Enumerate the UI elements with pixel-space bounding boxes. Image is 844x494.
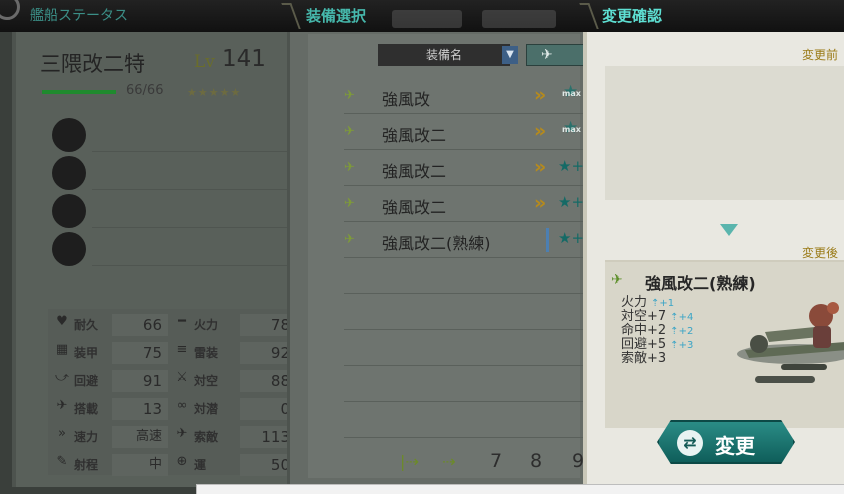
- seaplane-fighter-icon: ✈: [611, 272, 623, 288]
- proficiency-max-icon: »: [534, 84, 546, 106]
- equipment-row-empty: [344, 330, 598, 366]
- first-page-icon[interactable]: |⇢: [400, 452, 419, 471]
- antiair-icon: ⚔: [176, 370, 188, 385]
- range-icon: ✎: [56, 454, 68, 469]
- stat-hp: ♥ 耐久 66: [52, 311, 172, 337]
- improvement-max-icon: ★ max: [562, 118, 581, 138]
- sort-dropdown-icon[interactable]: ▼: [502, 46, 518, 64]
- stat-aircraft: ✈ 搭載 13: [52, 395, 172, 421]
- stat-firepower: ━ 火力 78: [172, 311, 302, 337]
- proficiency-max-icon: »: [534, 120, 546, 142]
- ship-name: 三隈改二特: [40, 52, 145, 76]
- equipment-slot[interactable]: [52, 118, 302, 152]
- equipment-row[interactable]: ✈ 強風改二 » ★+5: [344, 186, 598, 222]
- after-label: 変更後: [801, 246, 838, 260]
- stat-asw: ∞ 対潜 0: [172, 395, 302, 421]
- stats-table: ♥ 耐久 66 ▦ 装甲 75 ⤻ 回避 91 ✈ 搭載 13 » 速力 高速 …: [48, 309, 306, 477]
- aircraft-icon: ✈: [56, 398, 68, 413]
- seaplane-fighter-icon: ✈: [344, 160, 355, 175]
- equipment-row[interactable]: ✈ 強風改二(熟練) ★+1: [344, 222, 598, 258]
- heart-icon: ♥: [56, 314, 68, 329]
- improvement-max-icon: ★ max: [562, 82, 581, 102]
- swap-icon: ⇄: [677, 430, 703, 456]
- equipment-name-header[interactable]: 装備名: [378, 44, 510, 66]
- down-arrow-icon: [720, 224, 738, 236]
- before-equipment-box: [605, 66, 844, 200]
- stat-torpedo: ≡ 雷装 92: [172, 339, 302, 365]
- stat-evasion: ⤻ 回避 91: [52, 367, 172, 393]
- bonus-los: 索敵+3: [621, 351, 667, 366]
- stat-armor: ▦ 装甲 75: [52, 339, 172, 365]
- before-label: 変更前: [801, 48, 838, 62]
- equipment-row[interactable]: ✈ 強風改二 » ★+5: [344, 150, 598, 186]
- pagination: |⇢ ⇢ 7 8 9: [400, 448, 600, 476]
- equipment-slot[interactable]: [52, 194, 302, 228]
- equipment-select-panel: 装備名 ▼ ✈ ✈ 強風改 » ★ max ✈ 強風改二 » ★ max ✈ 強風改…: [287, 32, 598, 487]
- luck-icon: ⊕: [176, 454, 188, 469]
- bottom-panel-edge: [196, 484, 844, 494]
- stat-antiair: ⚔ 対空 88: [172, 367, 302, 393]
- ship-status-panel: 三隈改二特 Lv 141 66/66 ★★★★★ ♥ 耐久 66 ▦ 装甲 75…: [12, 32, 306, 487]
- tab-ship-status[interactable]: 艦船ステータス: [0, 0, 290, 32]
- armor-icon: ▦: [55, 342, 69, 357]
- change-button[interactable]: ⇄ 変更: [657, 420, 795, 464]
- level-value: 141: [222, 46, 266, 72]
- stat-speed: » 速力 高速: [52, 423, 172, 449]
- after-equipment-name: 強風改二(熟練): [645, 274, 756, 293]
- type-filter-button[interactable]: ✈: [526, 44, 584, 66]
- equipment-list: 装備名 ▼ ✈ ✈ 強風改 » ★ max ✈ 強風改二 » ★ max ✈ 強風改…: [308, 34, 598, 478]
- equipment-row[interactable]: ✈ 強風改二 » ★ max: [344, 114, 598, 150]
- change-confirm-panel: 変更前 変更後 ✈ 強風改二(熟練) 火力 ⇡+1 対空+7 ⇡+4 命中+2 ⇡+2…: [583, 32, 844, 487]
- equipment-slot[interactable]: [52, 232, 302, 266]
- equipment-row-empty: [344, 402, 598, 438]
- seaplane-icon: ✈: [541, 47, 553, 63]
- empty-slot-icon: [52, 194, 86, 228]
- empty-slot-icon: [52, 232, 86, 266]
- evasion-icon: ⤻: [55, 370, 69, 385]
- stat-range: ✎ 射程 中: [52, 451, 172, 477]
- empty-slot-icon: [52, 118, 86, 152]
- rarity-stars: ★★★★★: [187, 86, 242, 99]
- tab-change-confirm[interactable]: 変更確認: [592, 0, 844, 32]
- seaplane-fighter-icon: ✈: [344, 196, 355, 211]
- stat-luck: ⊕ 運 50: [172, 451, 302, 477]
- firepower-icon: ━: [178, 314, 186, 329]
- seaplane-fighter-icon: ✈: [344, 232, 355, 247]
- filter-chip: [392, 10, 462, 28]
- equipment-row[interactable]: ✈ 強風改 » ★ max: [344, 78, 598, 114]
- proficiency-max-icon: »: [534, 156, 546, 178]
- stat-los: ✈ 索敵 113: [172, 423, 302, 449]
- level-label: Lv: [194, 52, 215, 72]
- los-icon: ✈: [176, 426, 188, 441]
- seaplane-fighter-icon: ✈: [344, 124, 355, 139]
- page-number[interactable]: 8: [530, 450, 542, 472]
- hp-text: 66/66: [126, 83, 164, 98]
- prev-page-icon[interactable]: ⇢: [442, 452, 455, 471]
- empty-slot-icon: [52, 156, 86, 190]
- proficiency-max-icon: »: [534, 192, 546, 214]
- proficiency-bar-icon: [546, 228, 549, 252]
- seaplane-fighter-icon: ✈: [344, 88, 355, 103]
- torpedo-icon: ≡: [176, 342, 188, 357]
- equipment-slot[interactable]: [52, 156, 302, 190]
- header-bar: 艦船ステータス 装備選択 変更確認: [0, 0, 844, 32]
- after-equipment-box: ✈ 強風改二(熟練) 火力 ⇡+1 対空+7 ⇡+4 命中+2 ⇡+2 回避+5 ⇡+3…: [605, 260, 844, 428]
- hp-bar: [42, 90, 116, 94]
- filter-chip: [482, 10, 556, 28]
- seaplane-fighter-illustration: [737, 302, 844, 383]
- equipment-row-empty: [344, 366, 598, 402]
- equipment-row-empty: [344, 258, 598, 294]
- speed-icon: »: [58, 426, 66, 441]
- page-number[interactable]: 7: [490, 450, 502, 472]
- asw-icon: ∞: [176, 398, 188, 413]
- equipment-row-empty: [344, 294, 598, 330]
